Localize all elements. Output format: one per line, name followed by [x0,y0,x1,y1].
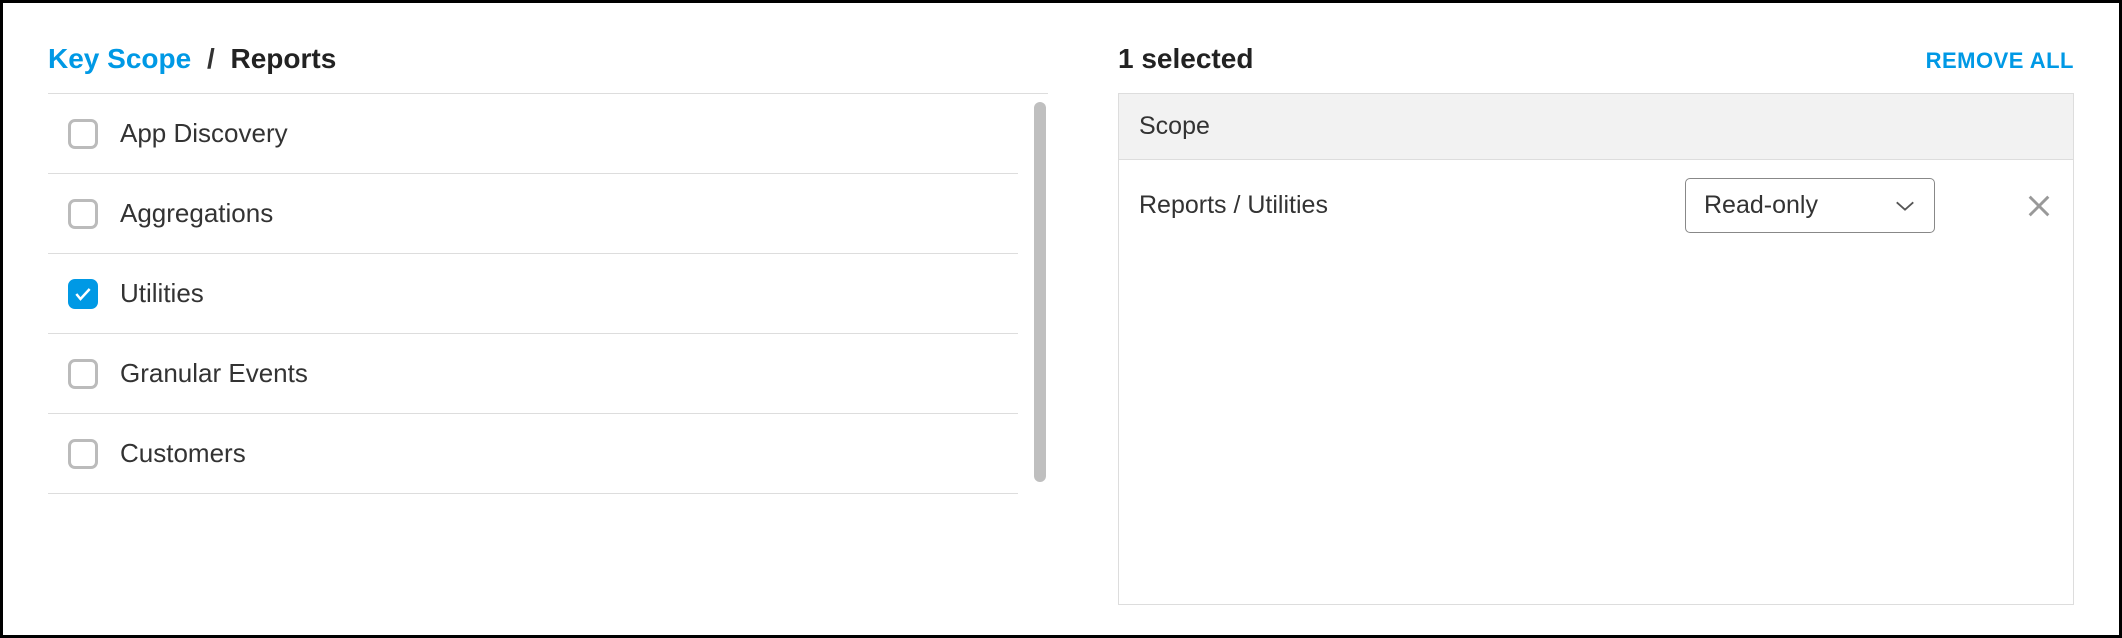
scope-item-label: Utilities [120,278,204,309]
selected-table: Scope Reports / Utilities Read-only [1118,93,2074,605]
permission-value: Read-only [1704,191,1818,220]
scope-item-customers[interactable]: Customers [48,414,1018,494]
scope-item-label: Granular Events [120,358,308,389]
table-row: Reports / Utilities Read-only [1119,160,2073,251]
selected-header: 1 selected REMOVE ALL [1118,43,2074,93]
scrollbar-thumb[interactable] [1034,102,1046,482]
remove-all-button[interactable]: REMOVE ALL [1926,48,2074,74]
close-icon [2025,192,2053,220]
table-header-scope: Scope [1119,94,2073,160]
breadcrumb-current: Reports [231,43,337,75]
selected-scopes-panel: 1 selected REMOVE ALL Scope Reports / Ut… [1118,43,2074,605]
checkbox[interactable] [68,199,98,229]
checkbox[interactable] [68,119,98,149]
scrollbar[interactable] [1034,102,1048,482]
chevron-down-icon [1894,199,1916,213]
check-icon [73,284,93,304]
breadcrumb: Key Scope / Reports [48,43,1048,93]
scope-item-aggregations[interactable]: Aggregations [48,174,1018,254]
scope-item-label: Aggregations [120,198,273,229]
selected-count: 1 selected [1118,43,1253,75]
scope-item-label: Customers [120,438,246,469]
scope-item-utilities[interactable]: Utilities [48,254,1018,334]
scope-item-label: App Discovery [120,118,288,149]
breadcrumb-separator: / [199,43,222,75]
scope-list: App Discovery Aggregations Utilities Gra… [48,93,1048,494]
scope-picker-panel: Key Scope / Reports App Discovery Aggreg… [48,43,1048,605]
permission-select[interactable]: Read-only [1685,178,1935,233]
scope-item-app-discovery[interactable]: App Discovery [48,94,1018,174]
remove-row-button[interactable] [2025,192,2053,220]
checkbox[interactable] [68,359,98,389]
checkbox[interactable] [68,279,98,309]
checkbox[interactable] [68,439,98,469]
scope-item-granular-events[interactable]: Granular Events [48,334,1018,414]
scope-path: Reports / Utilities [1139,191,1685,220]
breadcrumb-root-link[interactable]: Key Scope [48,43,191,75]
